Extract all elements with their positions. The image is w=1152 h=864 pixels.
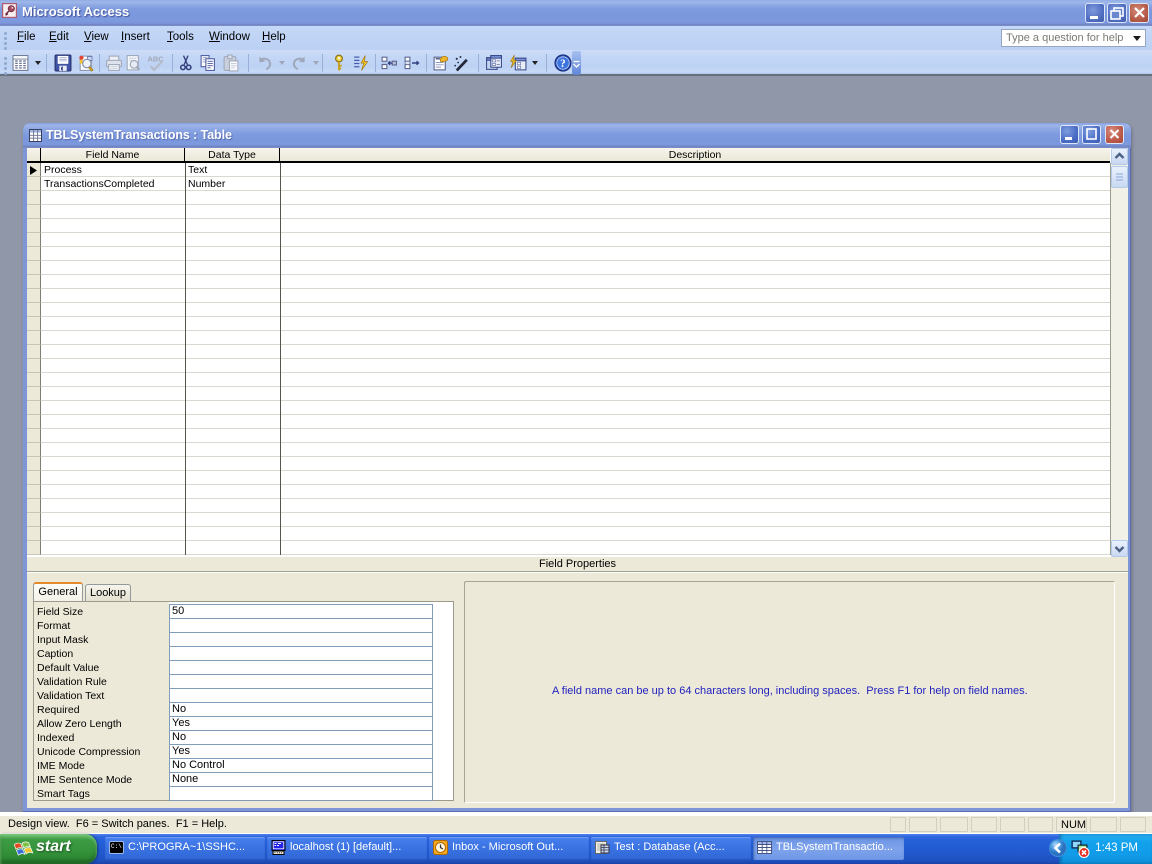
svg-text:?: ? [560, 58, 566, 70]
svg-text:C:\: C:\ [111, 843, 122, 850]
